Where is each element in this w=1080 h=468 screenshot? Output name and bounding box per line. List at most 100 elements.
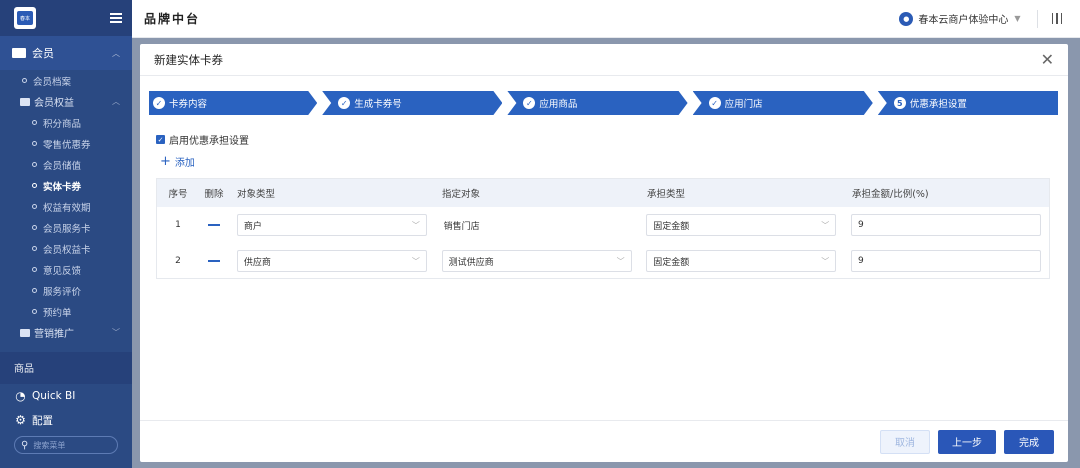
sidebar: 春本 会员 ︿ 会员档案 会员权益 ︿ 积分商品零售优惠券会员储值实体卡券 权益有… (0, 0, 132, 468)
sidebar-item-label: 积分商品 (43, 118, 82, 130)
caret-down-icon: ▼ (1014, 14, 1021, 23)
sidebar-item-rights-0[interactable]: 积分商品 (0, 112, 132, 133)
done-button[interactable]: 完成 (1004, 429, 1054, 454)
chevron-up-icon: ︿ (112, 48, 120, 58)
chevron-up-icon: ︿ (112, 97, 120, 106)
gauge-icon: ◔ (15, 389, 26, 403)
input-value: 9 (858, 220, 864, 230)
check-circle-icon: ✓ (338, 97, 350, 109)
amount-input[interactable]: 9 (851, 250, 1041, 272)
add-label: 添加 (174, 158, 195, 169)
modal-footer: 取消 上一步 完成 (140, 420, 1068, 462)
header-bear-type: 承担类型 (647, 189, 686, 200)
table-row: 2 供应商 ﹀ 测试供应商 ﹀ 固定金额 ﹀ 9 (157, 243, 1049, 279)
sidebar-group-products[interactable]: 商品 (0, 352, 132, 384)
sidebar-item-config[interactable]: ⚙ 配置 (0, 408, 132, 432)
menu-toggle-icon[interactable] (110, 13, 122, 23)
step-4: ✓ 应用门店 (693, 91, 873, 115)
step-label: 卡券内容 (169, 99, 208, 110)
sidebar-group-label: 会员 (32, 47, 54, 60)
enable-discount-checkbox[interactable]: ✓ 启用优惠承担设置 (156, 132, 249, 147)
folder-icon (20, 97, 30, 106)
table-row: 1 商户 ﹀ 销售门店 固定金额 ﹀ 9 (157, 207, 1049, 243)
dot-icon (22, 78, 27, 83)
sidebar-item-label: 会员权益卡 (43, 244, 91, 256)
member-card-icon (12, 48, 26, 58)
sidebar-item-label: 会员储值 (43, 160, 82, 172)
chevron-down-icon: ﹀ (821, 256, 830, 266)
sidebar-item-member-archive[interactable]: 会员档案 (0, 70, 132, 91)
checkbox-label: 启用优惠承担设置 (169, 136, 249, 147)
columns-icon[interactable] (1051, 13, 1062, 24)
target-value: 销售门店 (443, 221, 480, 232)
dot-icon (32, 162, 37, 167)
sidebar-subgroup-marketing[interactable]: 营销推广 ﹀ (0, 322, 132, 343)
sidebar-item-quick-bi[interactable]: ◔ Quick BI (0, 384, 132, 408)
chevron-down-icon: ﹀ (112, 328, 120, 337)
plus-icon: + (160, 154, 171, 169)
delete-row-button[interactable] (199, 260, 229, 262)
target-select[interactable]: 测试供应商 ﹀ (441, 250, 632, 272)
dot-icon (32, 120, 37, 125)
header-amount: 承担金额/比例(%) (852, 189, 929, 200)
sidebar-group-member[interactable]: 会员 ︿ (0, 36, 132, 70)
org-icon: ● (899, 11, 914, 26)
dot-icon (32, 288, 37, 293)
bear-type-select[interactable]: 固定金额 ﹀ (646, 214, 837, 236)
add-row-button[interactable]: + 添加 (160, 154, 195, 169)
sidebar-item-label: 意见反馈 (43, 265, 82, 277)
sidebar-item-rights-8[interactable]: 服务评价 (0, 280, 132, 301)
check-circle-icon: ✓ (153, 97, 165, 109)
dot-icon (32, 225, 37, 230)
close-icon[interactable]: ✕ (1041, 51, 1054, 68)
select-value: 固定金额 (653, 221, 690, 232)
sidebar-item-label: 会员档案 (33, 76, 72, 88)
sidebar-item-rights-4[interactable]: 权益有效期 (0, 196, 132, 217)
sidebar-group-label: 商品 (14, 364, 34, 375)
folder-icon (20, 328, 30, 337)
header-no: 序号 (168, 189, 188, 200)
cancel-button[interactable]: 取消 (880, 429, 930, 454)
checkbox-checked-icon[interactable]: ✓ (156, 135, 165, 144)
step-label: 应用商品 (539, 99, 578, 110)
menu-search-input[interactable]: ⚲ 搜索菜单 (14, 436, 118, 454)
step-5: 5 优惠承担设置 (877, 91, 1059, 115)
discount-bearer-table: 序号 删除 对象类型 指定对象 承担类型 承担金额/比例(%) 1 商户 ﹀ 销售门店… (156, 178, 1050, 279)
dot-icon (32, 246, 37, 251)
modal-title: 新建实体卡券 (154, 52, 223, 67)
chevron-down-icon: ﹀ (616, 256, 625, 266)
step-label: 生成卡券号 (354, 99, 402, 110)
sidebar-header: 春本 (0, 0, 132, 36)
select-value: 商户 (243, 221, 262, 232)
select-value: 测试供应商 (448, 257, 494, 268)
minus-icon (207, 260, 220, 262)
object-type-select[interactable]: 供应商 ﹀ (236, 250, 427, 272)
check-circle-icon: ✓ (709, 97, 721, 109)
gear-icon: ⚙ (15, 413, 26, 427)
sidebar-item-rights-3[interactable]: 实体卡券 (0, 175, 132, 196)
sidebar-item-rights-7[interactable]: 意见反馈 (0, 259, 132, 280)
search-placeholder: 搜索菜单 (33, 440, 66, 450)
prev-step-button[interactable]: 上一步 (938, 429, 996, 454)
step-label: 优惠承担设置 (909, 99, 967, 110)
page-title: 品牌中台 (144, 12, 201, 26)
sidebar-subgroup-label: 会员权益 (34, 98, 74, 109)
sidebar-item-rights-6[interactable]: 会员权益卡 (0, 238, 132, 259)
org-name: 春本云商户体验中心 (918, 15, 1009, 26)
sidebar-item-rights-5[interactable]: 会员服务卡 (0, 217, 132, 238)
sidebar-item-rights-9[interactable]: 预约单 (0, 301, 132, 322)
row-number: 1 (175, 220, 181, 230)
sidebar-item-label: 服务评价 (43, 286, 82, 298)
delete-row-button[interactable] (199, 224, 229, 226)
object-type-select[interactable]: 商户 ﹀ (236, 214, 427, 236)
search-icon: ⚲ (21, 439, 29, 451)
chevron-down-icon: ﹀ (411, 220, 420, 230)
amount-input[interactable]: 9 (851, 214, 1041, 236)
org-switcher[interactable]: ● 春本云商户体验中心 ▼ (899, 11, 1021, 26)
input-value: 9 (858, 256, 864, 266)
sidebar-item-rights-2[interactable]: 会员储值 (0, 154, 132, 175)
sidebar-item-rights-1[interactable]: 零售优惠券 (0, 133, 132, 154)
sidebar-subgroup-member-rights[interactable]: 会员权益 ︿ (0, 91, 132, 112)
logo: 春本 (14, 7, 36, 29)
bear-type-select[interactable]: 固定金额 ﹀ (646, 250, 837, 272)
